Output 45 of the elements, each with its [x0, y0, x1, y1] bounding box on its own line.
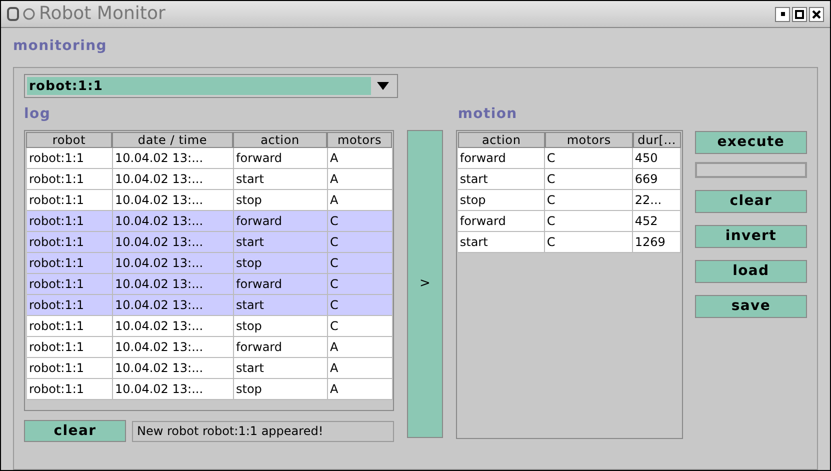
column-header[interactable]: action — [458, 132, 545, 148]
transfer-button[interactable]: > — [406, 130, 443, 438]
status-message: New robot robot:1:1 appeared! — [132, 420, 394, 442]
dropdown-arrow-icon — [377, 82, 389, 90]
action-button[interactable]: invert — [694, 225, 807, 248]
window-title: Robot Monitor — [39, 5, 166, 23]
table-row[interactable]: robot:1:1 10.04.02 13:... forward C — [27, 274, 392, 295]
action-button[interactable]: load — [694, 260, 807, 283]
close-button[interactable] — [809, 6, 824, 22]
table-cell: 10.04.02 13:... — [113, 379, 234, 400]
robot-dropdown[interactable]: robot:1:1 — [24, 74, 398, 98]
column-header[interactable]: dur[... — [632, 132, 681, 148]
table-row[interactable]: robot:1:1 10.04.02 13:... start A — [27, 358, 392, 379]
table-cell: robot:1:1 — [27, 379, 113, 400]
maximize-button[interactable] — [792, 6, 807, 22]
column-header[interactable]: robot — [26, 132, 112, 148]
clear-button[interactable]: clear — [24, 420, 126, 442]
table-row[interactable]: robot:1:1 10.04.02 13:... start C — [27, 232, 392, 253]
table-row[interactable]: robot:1:1 10.04.02 13:... stop A — [27, 190, 392, 211]
table-cell: stop — [234, 379, 328, 400]
table-cell: 1269 — [632, 232, 681, 253]
dropdown-value: robot:1:1 — [27, 77, 371, 95]
table-cell: A — [328, 379, 393, 400]
column-header[interactable]: motors — [544, 132, 633, 148]
column-header[interactable]: action — [233, 132, 327, 148]
table-row[interactable]: robot:1:1 10.04.02 13:... forward C — [27, 211, 392, 232]
table-cell: C — [544, 232, 633, 253]
table-row[interactable]: robot:1:1 10.04.02 13:... start A — [27, 169, 392, 190]
minimize-button[interactable] — [775, 6, 790, 22]
table-row[interactable]: robot:1:1 10.04.02 13:... stop C — [27, 253, 392, 274]
action-button[interactable]: execute — [694, 131, 807, 154]
table-row[interactable]: robot:1:1 10.04.02 13:... stop A — [27, 379, 392, 400]
log-title: log — [24, 105, 52, 124]
action-button[interactable]: clear — [694, 190, 807, 213]
motion-title: motion — [456, 105, 518, 124]
column-header[interactable]: date / time — [112, 132, 233, 148]
table-row[interactable]: robot:1:1 10.04.02 13:... forward A — [27, 337, 392, 358]
section-title: monitoring — [13, 37, 108, 56]
close-icon — [812, 10, 821, 18]
action-button[interactable]: save — [694, 295, 807, 318]
column-header[interactable]: motors — [327, 132, 392, 148]
table-row[interactable]: robot:1:1 10.04.02 13:... stop C — [27, 316, 392, 337]
table-row[interactable]: robot:1:1 10.04.02 13:... forward A — [27, 148, 392, 169]
table-row[interactable]: robot:1:1 10.04.02 13:... start C — [27, 295, 392, 316]
table-cell: start — [458, 232, 545, 253]
